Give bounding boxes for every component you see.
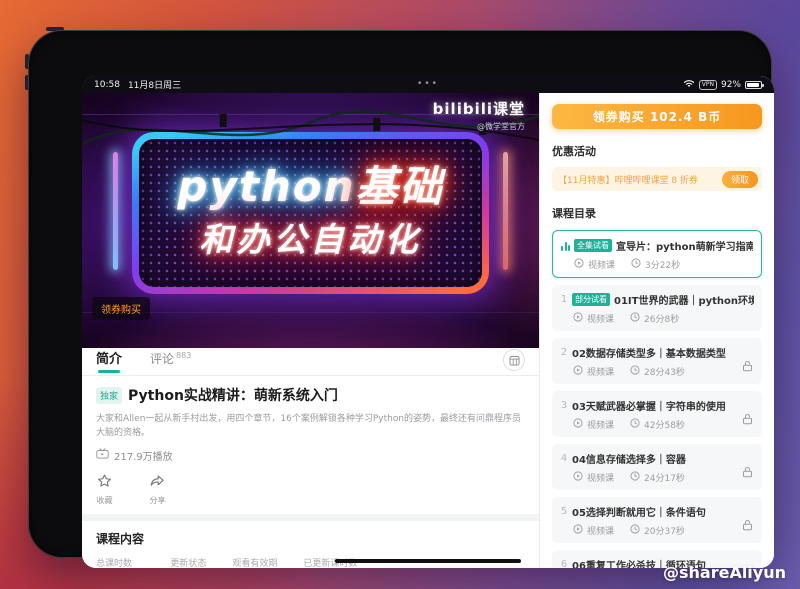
- neon-tube-right: [503, 152, 508, 270]
- ipad-bezel: 10:58 11月8日周三 ••• VPN 92%: [28, 30, 772, 558]
- course-content-heading: 课程内容: [96, 530, 525, 547]
- promo-heading: 优惠活动: [552, 143, 762, 159]
- buy-button[interactable]: 领券购买 102.4 B币: [552, 104, 762, 129]
- video-coupon-badge[interactable]: 领券购买: [92, 297, 150, 320]
- course-page: 简介 评论883 独家 Python实战精讲：萌新系统入门: [82, 348, 539, 568]
- lock-icon: [742, 357, 753, 376]
- course-description: 大家和Allen一起从新手村出发，用四个章节，16个案例解锁各种学习Python…: [96, 412, 525, 441]
- battery-icon: [745, 81, 762, 89]
- favorite-button[interactable]: 收藏: [96, 473, 113, 506]
- clock-icon: [631, 258, 641, 271]
- bilibili-classroom-logo: bilibili课堂 @微学堂官方: [433, 98, 525, 132]
- watermark: @shareAliyun: [663, 563, 786, 582]
- neon-title-line1: python基础: [177, 165, 443, 209]
- lock-icon: [742, 516, 753, 535]
- battery-percent: 92%: [721, 80, 741, 90]
- trial-badge: 部分试看: [572, 293, 610, 306]
- vpn-badge: VPN: [699, 80, 717, 90]
- main-column: python基础 和办公自动化 bilibili课堂 @微学堂官方 领券购买 简…: [82, 76, 539, 568]
- video-type-icon: [573, 524, 583, 537]
- clock-icon: [630, 524, 640, 537]
- tab-bar: 简介 评论883: [82, 348, 539, 376]
- neon-title-line2: 和办公自动化: [200, 213, 422, 261]
- share-button[interactable]: 分享: [149, 473, 166, 506]
- claim-coupon-button[interactable]: 领取: [722, 171, 758, 188]
- ipad-screen: 10:58 11月8日周三 ••• VPN 92%: [82, 76, 774, 568]
- course-summary-card: 独家 Python实战精讲：萌新系统入门 大家和Allen一起从新手村出发，用四…: [82, 376, 539, 514]
- meta-validity: 观看有效期 长期有效: [232, 556, 277, 568]
- clock-icon: [630, 471, 640, 484]
- video-type-icon: [573, 365, 583, 378]
- play-count-icon: [96, 448, 109, 462]
- tab-intro[interactable]: 简介: [96, 348, 122, 375]
- playing-equalizer-icon: [561, 241, 570, 251]
- desktop-wallpaper: 10:58 11月8日周三 ••• VPN 92%: [0, 0, 800, 589]
- share-arrow-icon: [149, 473, 166, 493]
- status-time: 10:58: [94, 80, 120, 90]
- episode-item-1[interactable]: 1 部分试看 01IT世界的武器｜python环境搭建_第一个 视频课 26分8…: [552, 285, 762, 331]
- clock-icon: [630, 365, 640, 378]
- multitasking-dots-icon[interactable]: •••: [417, 80, 439, 89]
- trial-badge: 全集试看: [574, 239, 612, 252]
- video-type-icon: [573, 312, 583, 325]
- exclusive-badge: 独家: [96, 387, 122, 404]
- clock-icon: [630, 418, 640, 431]
- episode-item-4[interactable]: 4 04信息存储选择多｜容器 视频课 24分17秒: [552, 444, 762, 490]
- episode-item-2[interactable]: 2 02数据存储类型多｜基本数据类型 视频课 28分43秒: [552, 338, 762, 384]
- clock-icon: [630, 312, 640, 325]
- video-type-icon: [574, 258, 584, 271]
- episode-list: 全集试看 宣导片：python萌新学习指南 视频课 3分22秒 1: [552, 230, 762, 568]
- video-type-icon: [573, 418, 583, 431]
- lock-icon: [742, 410, 753, 429]
- status-date: 11月8日周三: [128, 78, 181, 91]
- meta-total-lessons: 总课时数 共30课时: [96, 556, 144, 568]
- lock-icon: [742, 463, 753, 482]
- meta-update-status: 更新状态 已完结: [170, 556, 206, 568]
- panel-grid-icon[interactable]: [503, 349, 525, 371]
- coupon-text: 【11月特惠】哔哩哔哩课堂 8 折券: [558, 173, 722, 186]
- video-type-icon: [573, 471, 583, 484]
- course-catalog-sidebar: 领券购买 102.4 B币 优惠活动 【11月特惠】哔哩哔哩课堂 8 折券 领取…: [539, 76, 774, 568]
- episode-item-5[interactable]: 5 05选择判断就用它｜条件语句 视频课 20分37秒: [552, 497, 762, 543]
- star-icon: [96, 473, 113, 493]
- coupon-banner[interactable]: 【11月特惠】哔哩哔哩课堂 8 折券 领取: [552, 167, 762, 191]
- play-count: 217.9万播放: [114, 448, 173, 463]
- tab-comments[interactable]: 评论883: [150, 350, 191, 375]
- episode-item-3[interactable]: 3 03天赋武器必掌握｜字符串的使用 视频课 42分58秒: [552, 391, 762, 437]
- glitch-line: [82, 312, 539, 313]
- neon-tube-left: [113, 152, 118, 270]
- catalog-heading: 课程目录: [552, 205, 762, 221]
- home-indicator[interactable]: [335, 559, 521, 563]
- course-title: Python实战精讲：萌新系统入门: [128, 385, 338, 405]
- status-bar: 10:58 11月8日周三 ••• VPN 92%: [82, 76, 774, 93]
- wifi-icon: [683, 79, 695, 91]
- episode-item-trailer[interactable]: 全集试看 宣导片：python萌新学习指南 视频课 3分22秒: [552, 230, 762, 278]
- video-player[interactable]: python基础 和办公自动化 bilibili课堂 @微学堂官方 领券购买: [82, 76, 539, 348]
- comments-count: 883: [176, 351, 191, 360]
